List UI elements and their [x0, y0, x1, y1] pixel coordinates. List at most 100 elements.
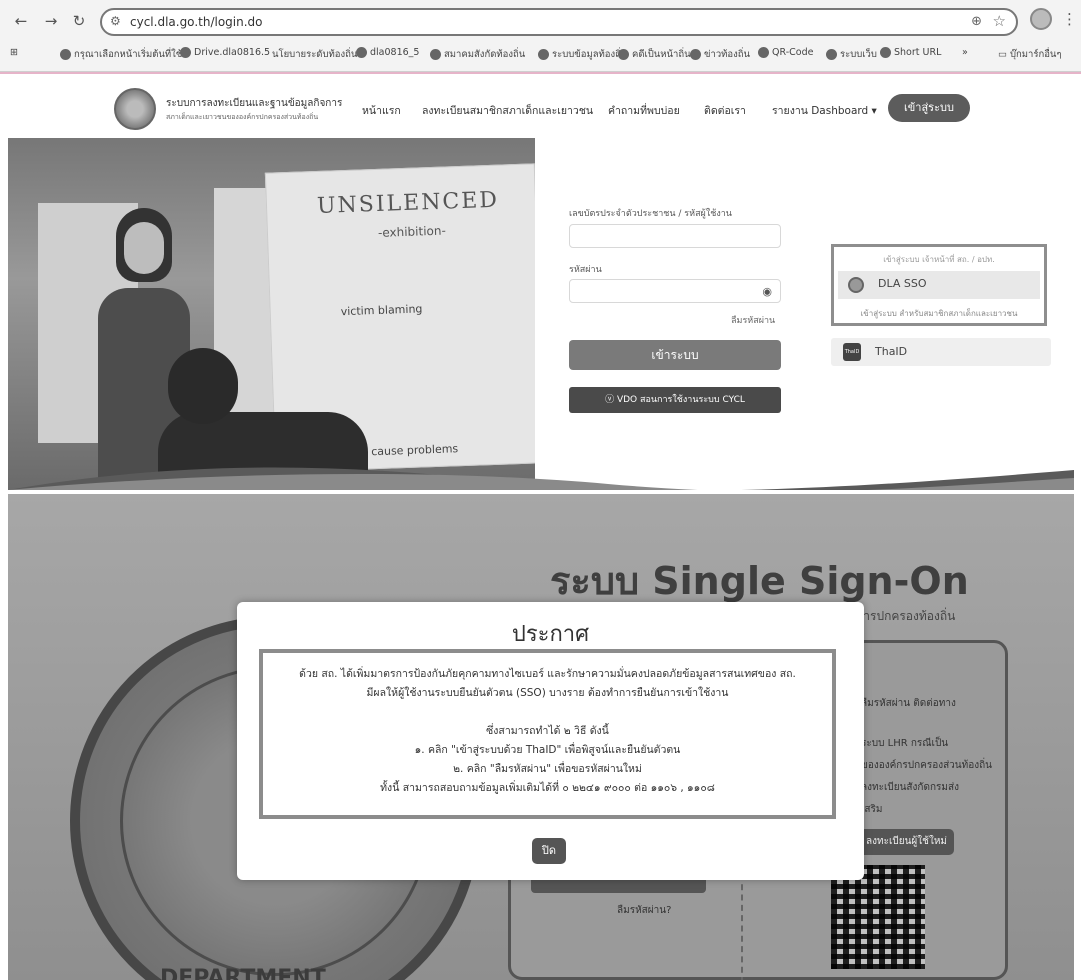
- sso-page-subtitle: การปกครองท้องถิ่น: [856, 609, 956, 623]
- header-login-button[interactable]: เข้าสู่ระบบ: [888, 94, 970, 122]
- login-panel: เลขบัตรประจำตัวประชาชน / รหัสผู้ใช้งาน ร…: [535, 138, 1073, 490]
- decorative-wave: [8, 467, 1074, 490]
- announcement-modal: ประกาศ ด้วย สถ. ได้เพิ่มมาตรการป้องกันภั…: [237, 602, 864, 880]
- qr-icon: [758, 47, 769, 58]
- reload-icon[interactable]: ↻: [68, 10, 90, 32]
- bookmark-label: dla0816_5: [370, 47, 420, 58]
- eye-icon[interactable]: ◉: [762, 285, 772, 298]
- mail-icon: [356, 47, 367, 58]
- folder-icon: [430, 49, 441, 60]
- bookmark-item[interactable]: QR-Code: [758, 47, 813, 58]
- profile-avatar[interactable]: [1030, 8, 1052, 30]
- sso-info-line: ขององค์กรปกครองส่วนท้องถิ่น: [861, 760, 993, 771]
- bookmark-label: นโยบายระดับท้องถิ่น: [272, 49, 358, 60]
- id-label: เลขบัตรประจำตัวประชาชน / รหัสผู้ใช้งาน: [569, 209, 732, 219]
- bookmark-item[interactable]: ระบบเว็บ: [826, 47, 877, 62]
- hero-photo: UNSILENCED -exhibition- victim blaming r…: [8, 138, 535, 490]
- bookmark-item[interactable]: คดีเป็นหน้าถิ่น: [618, 47, 691, 62]
- browser-menu-icon[interactable]: ⋮: [1062, 10, 1077, 28]
- drive-icon: [180, 47, 191, 58]
- bookmark-label: ระบบเว็บ: [840, 49, 877, 60]
- bookmark-label: QR-Code: [772, 47, 814, 58]
- link-icon: [880, 47, 891, 58]
- thaid-icon: ThaID: [843, 343, 861, 361]
- sso-box: เข้าสู่ระบบ เจ้าหน้าที่ สถ. / อปท. DLA S…: [831, 244, 1047, 326]
- site-logo[interactable]: [114, 88, 156, 130]
- bookmark-item[interactable]: dla0816_5: [356, 47, 419, 58]
- bookmark-label: สมาคมสังกัดท้องถิ่น: [444, 49, 526, 60]
- bookmark-label: Short URL: [894, 47, 942, 58]
- modal-line: มีผลให้ผู้ใช้งานระบบยืนยันตัวตน (SSO) บา…: [366, 687, 729, 699]
- more-bookmarks-icon[interactable]: »: [962, 47, 968, 58]
- bookmark-star-icon[interactable]: ☆: [993, 12, 1006, 30]
- modal-line: ๑. คลิก "เข้าสู่ระบบด้วย ThaID" เพื่อพิส…: [414, 744, 681, 756]
- site-info-icon[interactable]: ⚙: [110, 14, 121, 28]
- sso-forgot-link[interactable]: ลืมรหัสผ่าน?: [617, 903, 671, 918]
- url-text: cycl.dla.go.th/login.do: [130, 15, 263, 29]
- poster-subtitle: -exhibition-: [377, 223, 447, 240]
- modal-line: ทั้งนี้ สามารถสอบถามข้อมูลเพิ่มเติมได้ที…: [380, 782, 715, 794]
- poster-line: victim blaming: [340, 302, 423, 319]
- password-input[interactable]: ◉: [569, 279, 781, 303]
- sso-info-line: ลงทะเบียนสังกัดกรมส่ง: [861, 782, 959, 793]
- bookmark-item[interactable]: ▭ บุ๊กมาร์กอื่นๆ: [998, 47, 1062, 62]
- bookmark-item[interactable]: กรุณาเลือกหน้าเริ่มต้นที่ใช้: [60, 47, 182, 62]
- thaid-label: ThaID: [875, 345, 908, 358]
- sso-footer: เข้าสู่ระบบ สำหรับสมาชิกสภาเด็กและเยาวชน: [860, 309, 1018, 318]
- login-submit-button[interactable]: เข้าระบบ: [569, 340, 781, 370]
- nav-contact[interactable]: ติดต่อเรา: [704, 102, 746, 119]
- password-label: รหัสผ่าน: [569, 265, 602, 275]
- register-button[interactable]: ลงทะเบียนผู้ใช้ใหม่: [859, 829, 954, 855]
- folder-icon: ▭: [998, 49, 1007, 60]
- bookmark-item[interactable]: Drive.dla0816.5: [180, 47, 270, 58]
- bookmarks-bar: ⊞ กรุณาเลือกหน้าเริ่มต้นที่ใช้ Drive.dla…: [0, 44, 1081, 66]
- poster-title: UNSILENCED: [316, 187, 500, 219]
- poster-text: victim blaming root cause problems: [339, 245, 526, 463]
- modal-close-button[interactable]: ปิด: [532, 838, 566, 864]
- bookmark-label: คดีเป็นหน้าถิ่น: [632, 49, 691, 60]
- doc-icon: [538, 49, 549, 60]
- address-bar[interactable]: ⚙ cycl.dla.go.th/login.do ⊕ ☆: [100, 8, 1018, 36]
- doc-icon: [618, 49, 629, 60]
- bookmark-label: กรุณาเลือกหน้าเริ่มต้นที่ใช้: [74, 49, 183, 60]
- qr-code: [831, 865, 925, 969]
- modal-line: [263, 703, 832, 722]
- bookmark-label: ระบบข้อมูลท้องถิ่น: [552, 49, 628, 60]
- browser-toolbar: ← → ↻ ⚙ cycl.dla.go.th/login.do ⊕ ☆ ⋮: [0, 6, 1081, 36]
- bookmark-item[interactable]: นโยบายระดับท้องถิ่น: [272, 47, 357, 62]
- bookmark-label: Drive.dla0816.5: [194, 47, 271, 58]
- vdo-tutorial-button[interactable]: ⓥ VDO สอนการใช้งานระบบ CYCL: [569, 387, 781, 413]
- sso-info-line: ระบบ LHR กรณีเป็น: [861, 738, 949, 749]
- sso-header: เข้าสู่ระบบ เจ้าหน้าที่ สถ. / อปท.: [883, 255, 995, 264]
- browser-chrome: ← → ↻ ⚙ cycl.dla.go.th/login.do ⊕ ☆ ⋮ ⊞ …: [0, 0, 1081, 72]
- forgot-password-link[interactable]: ลืมรหัสผ่าน: [731, 313, 775, 327]
- modal-body: ด้วย สถ. ได้เพิ่มมาตรการป้องกันภัยคุกคาม…: [259, 649, 836, 819]
- dla-logo-icon: [848, 277, 864, 293]
- site-subtitle: สภาเด็กและเยาวชนขององค์กรปกครองส่วนท้องถ…: [166, 113, 319, 121]
- modal-title: ประกาศ: [511, 622, 590, 647]
- id-input[interactable]: [569, 224, 781, 248]
- nav-faq[interactable]: คำถามที่พบบ่อย: [608, 102, 680, 119]
- poster-line: root cause problems: [345, 442, 459, 460]
- globe-icon: [826, 49, 837, 60]
- sso-info-line: เสริม: [861, 804, 883, 815]
- bookmark-item[interactable]: ระบบข้อมูลท้องถิ่น: [538, 47, 627, 62]
- modal-line: ซึ่งสามารถทำได้ ๒ วิธี ดังนี้: [486, 725, 609, 737]
- thaid-button[interactable]: ThaID ThaID: [831, 338, 1051, 366]
- zoom-icon[interactable]: ⊕: [971, 14, 982, 29]
- nav-register[interactable]: ลงทะเบียนสมาชิกสภาเด็กและเยาวชน: [422, 102, 593, 119]
- nav-home[interactable]: หน้าแรก: [362, 102, 401, 119]
- dla-sso-button[interactable]: DLA SSO: [838, 271, 1040, 299]
- modal-line: ด้วย สถ. ได้เพิ่มมาตรการป้องกันภัยคุกคาม…: [299, 668, 796, 680]
- back-icon[interactable]: ←: [10, 10, 32, 32]
- bookmark-item[interactable]: ข่าวท้องถิ่น: [690, 47, 750, 62]
- forward-icon[interactable]: →: [40, 10, 62, 32]
- apps-icon[interactable]: ⊞: [10, 47, 18, 58]
- bookmark-label: ข่าวท้องถิ่น: [704, 49, 751, 60]
- bookmark-item[interactable]: สมาคมสังกัดท้องถิ่น: [430, 47, 525, 62]
- bookmark-item[interactable]: Short URL: [880, 47, 941, 58]
- modal-line: ๒. คลิก "ลืมรหัสผ่าน" เพื่อขอรหัสผ่านใหม…: [453, 763, 642, 775]
- dla-sso-label: DLA SSO: [878, 277, 927, 290]
- globe-icon: [60, 49, 71, 60]
- nav-dashboard[interactable]: รายงาน Dashboard ▾: [772, 102, 877, 119]
